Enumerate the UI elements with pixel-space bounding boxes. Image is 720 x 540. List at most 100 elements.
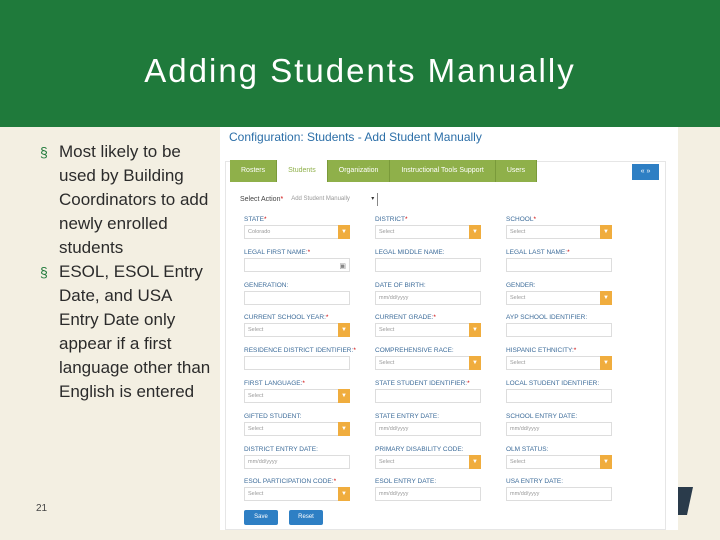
chevron-down-icon[interactable]: ▼: [600, 225, 612, 239]
field-dropdown[interactable]: Select ▼: [375, 225, 481, 239]
field-label: DISTRICT ENTRY DATE:: [244, 446, 375, 453]
chevron-down-icon[interactable]: ▼: [338, 388, 350, 403]
field-input[interactable]: [244, 356, 350, 371]
field-input[interactable]: mm/dd/yyyy: [375, 487, 481, 502]
field-input[interactable]: mm/dd/yyyy: [375, 290, 481, 305]
select-action-dropdown[interactable]: Add Student Manually: [287, 193, 379, 206]
form-field: STATE* Colorado ▼: [244, 216, 375, 249]
field-input[interactable]: mm/dd/yyyy: [375, 421, 481, 436]
field-label-text: PRIMARY DISABILITY CODE:: [375, 445, 464, 453]
field-input[interactable]: [244, 290, 350, 305]
chevron-down-icon[interactable]: ▼: [469, 356, 481, 371]
field-label: SCHOOL*: [506, 216, 536, 223]
chevron-down-icon[interactable]: ▼: [600, 454, 612, 469]
field-label: GENDER:: [506, 282, 637, 289]
field-label-text: FIRST LANGUAGE:: [244, 379, 303, 387]
field-input[interactable]: [375, 388, 481, 403]
field-label-text: LEGAL LAST NAME:: [506, 248, 568, 256]
bullet-item: ESOL, ESOL Entry Date, and USA Entry Dat…: [40, 260, 215, 404]
page-number: 21: [36, 503, 48, 514]
chevron-down-icon[interactable]: ▼: [469, 323, 481, 338]
form-field: PRIMARY DISABILITY CODE: Select ▼: [375, 446, 506, 479]
contact-card-icon: ▣: [339, 262, 346, 270]
chevron-down-icon[interactable]: ▼: [338, 323, 350, 338]
field-label: LOCAL STUDENT IDENTIFIER:: [506, 380, 637, 387]
field-label-text: LEGAL MIDDLE NAME:: [375, 248, 445, 256]
tab-instructional-tools-support[interactable]: Instructional Tools Support: [390, 160, 496, 182]
field-input[interactable]: [506, 388, 612, 403]
form-field: COMPREHENSIVE RACE: Select ▼: [375, 347, 506, 380]
reset-button[interactable]: Reset: [289, 510, 323, 525]
student-form: STATE* Colorado ▼ DISTRICT* Select ▼ SCHOOL* Se…: [244, 216, 637, 511]
field-dropdown[interactable]: Select ▼: [244, 388, 350, 403]
tab-users[interactable]: Users: [495, 160, 538, 182]
field-dropdown[interactable]: Select ▼: [375, 323, 481, 338]
field-label: DISTRICT*: [375, 216, 408, 223]
form-field: OLM STATUS: Select ▼: [506, 446, 637, 479]
form-row: GENERATION: DATE OF BIRTH: mm/dd/yyyy GENDE…: [244, 282, 637, 315]
field-input[interactable]: [375, 257, 481, 272]
field-dropdown[interactable]: Select ▼: [506, 225, 612, 239]
field-dropdown[interactable]: Select ▼: [244, 323, 350, 338]
field-dropdown[interactable]: Select ▼: [375, 454, 481, 469]
form-field: DISTRICT* Select ▼: [375, 216, 506, 249]
form-field: LOCAL STUDENT IDENTIFIER:: [506, 380, 637, 413]
form-field: GIFTED STUDENT: Select ▼: [244, 413, 375, 446]
field-dropdown[interactable]: Select ▼: [506, 454, 612, 469]
form-field: GENERATION:: [244, 282, 375, 315]
form-field: LEGAL LAST NAME:*: [506, 249, 637, 282]
form-row: ESOL PARTICIPATION CODE:* Select ▼ ESOL ENT…: [244, 478, 637, 511]
field-input[interactable]: mm/dd/yyyy: [506, 421, 612, 436]
tab-rosters[interactable]: Rosters: [230, 160, 278, 182]
field-dropdown[interactable]: Select ▼: [506, 356, 612, 371]
chevron-down-icon[interactable]: ▼: [469, 454, 481, 469]
chevron-down-icon[interactable]: ▼: [600, 290, 612, 305]
chevron-down-icon[interactable]: ▼: [469, 225, 481, 239]
bullet-list: Most likely to be used by Building Coord…: [40, 140, 215, 404]
field-label-text: ESOL ENTRY DATE:: [375, 478, 437, 486]
field-label: CURRENT SCHOOL YEAR:*: [244, 314, 329, 322]
field-label-text: GENERATION:: [244, 281, 289, 289]
field-label: USA ENTRY DATE:: [506, 478, 637, 485]
field-input[interactable]: ▣: [244, 257, 350, 272]
field-dropdown[interactable]: Colorado ▼: [244, 225, 350, 239]
field-label: HISPANIC ETHNICITY:*: [506, 347, 577, 355]
form-field: STATE ENTRY DATE: mm/dd/yyyy: [375, 413, 506, 446]
save-button[interactable]: Save: [244, 510, 278, 525]
form-field: ESOL ENTRY DATE: mm/dd/yyyy: [375, 478, 506, 511]
field-label: COMPREHENSIVE RACE:: [375, 347, 506, 354]
chevron-down-icon[interactable]: ▼: [338, 225, 350, 239]
field-dropdown[interactable]: Select ▼: [506, 290, 612, 305]
field-value: Select: [248, 392, 264, 399]
field-label-text: SCHOOL ENTRY DATE:: [506, 412, 578, 420]
field-input[interactable]: [506, 257, 612, 272]
select-action-label: Select Action: [240, 196, 281, 203]
form-row: RESIDENCE DISTRICT IDENTIFIER:* COMPREHEN…: [244, 347, 637, 380]
field-input[interactable]: mm/dd/yyyy: [244, 454, 350, 469]
field-label: DATE OF BIRTH:: [375, 282, 506, 289]
field-label: LEGAL LAST NAME:*: [506, 248, 570, 256]
field-input[interactable]: mm/dd/yyyy: [506, 487, 612, 502]
field-dropdown[interactable]: Select ▼: [375, 356, 481, 371]
field-value: mm/dd/yyyy: [379, 294, 409, 301]
field-label-text: AYP SCHOOL IDENTIFIER:: [506, 314, 588, 322]
field-value: mm/dd/yyyy: [379, 491, 409, 498]
chevron-down-icon[interactable]: ▼: [338, 487, 350, 502]
collapse-expand-button[interactable]: « »: [632, 164, 659, 180]
form-row: LEGAL FIRST NAME:* ▣ LEGAL MIDDLE NAME: LEG…: [244, 249, 637, 282]
field-dropdown[interactable]: Select ▼: [244, 487, 350, 502]
chevron-down-icon[interactable]: ▼: [600, 356, 612, 371]
form-row: CURRENT SCHOOL YEAR:* Select ▼ CURRENT GRAD…: [244, 314, 637, 347]
field-value: mm/dd/yyyy: [510, 425, 540, 432]
tab-organization[interactable]: Organization: [327, 160, 391, 182]
form-field: DATE OF BIRTH: mm/dd/yyyy: [375, 282, 506, 315]
tab-students[interactable]: Students: [277, 160, 328, 182]
chevron-down-icon[interactable]: ▼: [338, 421, 350, 436]
field-label: STATE STUDENT IDENTIFIER:*: [375, 379, 470, 387]
field-dropdown[interactable]: Select ▼: [244, 421, 350, 436]
field-value: Select: [510, 458, 526, 465]
field-label: SCHOOL ENTRY DATE:: [506, 413, 637, 420]
field-input[interactable]: [506, 323, 612, 338]
form-field: DISTRICT ENTRY DATE: mm/dd/yyyy: [244, 446, 375, 479]
form-field: CURRENT SCHOOL YEAR:* Select ▼: [244, 314, 375, 347]
